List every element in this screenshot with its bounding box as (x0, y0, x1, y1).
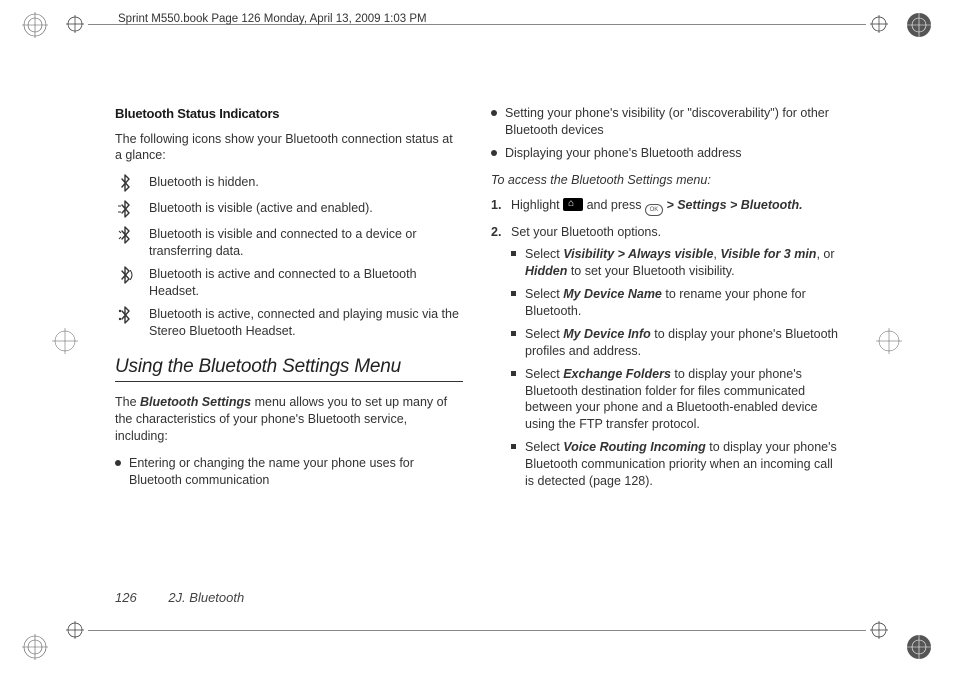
step-number: 1. (491, 197, 501, 214)
crosshair-icon (870, 621, 888, 644)
page: Sprint M550.book Page 126 Monday, April … (0, 0, 954, 682)
crosshair-icon (870, 15, 888, 38)
sub-list-item: Select Visibility > Always visible, Visi… (511, 246, 839, 280)
text: and press (583, 198, 645, 212)
text: Select (525, 367, 563, 381)
page-footer: 126 2J. Bluetooth (115, 590, 244, 605)
status-text: Bluetooth is visible and connected to a … (149, 226, 463, 260)
step-1: 1. Highlight and press OK > Settings > B… (491, 197, 839, 216)
right-column: Setting your phone's visibility (or "dis… (491, 105, 839, 498)
status-icon-row: Bluetooth is visible and connected to a … (115, 226, 463, 260)
intro-text: The following icons show your Bluetooth … (115, 131, 463, 165)
bullet-text: Displaying your phone's Bluetooth addres… (505, 146, 742, 160)
text: Select (525, 440, 563, 454)
bold-term: Voice Routing Incoming (563, 440, 706, 454)
sub-list-item: Select Exchange Folders to display your … (511, 366, 839, 434)
text: Select (525, 247, 563, 261)
section-label: 2J. Bluetooth (168, 590, 244, 605)
menu-path: > Settings > Bluetooth. (663, 198, 803, 212)
bold-term: Bluetooth Settings (140, 395, 251, 409)
bluetooth-icon (115, 306, 137, 326)
sub-list-item: Select My Device Name to rename your pho… (511, 286, 839, 320)
bold-term: My Device Info (563, 327, 651, 341)
text: The (115, 395, 140, 409)
home-key-icon (563, 198, 583, 211)
text: Highlight (511, 198, 563, 212)
status-text: Bluetooth is visible (active and enabled… (149, 200, 463, 217)
page-number: 126 (115, 590, 137, 605)
bluetooth-icon (115, 266, 137, 286)
crop-mark-bottom-left-icon (22, 634, 48, 660)
instruction-intro: To access the Bluetooth Settings menu: (491, 172, 839, 189)
bold-term: Visibility > Always visible (563, 247, 713, 261)
status-text: Bluetooth is hidden. (149, 174, 463, 191)
bold-term: Visible for 3 min (720, 247, 816, 261)
bluetooth-icon (115, 226, 137, 246)
bold-term: Exchange Folders (563, 367, 671, 381)
status-icon-list: Bluetooth is hidden. Bluetooth is visible… (115, 174, 463, 339)
status-icon-row: Bluetooth is active, connected and playi… (115, 306, 463, 340)
status-text: Bluetooth is active, connected and playi… (149, 306, 463, 340)
crop-mark-bottom-right-icon (906, 634, 932, 660)
status-icon-row: Bluetooth is hidden. (115, 174, 463, 194)
bullet-list: Entering or changing the name your phone… (115, 455, 463, 489)
bullet-text: Entering or changing the name your phone… (129, 456, 414, 487)
left-column: Bluetooth Status Indicators The followin… (115, 105, 463, 498)
status-icon-row: Bluetooth is active and connected to a B… (115, 266, 463, 300)
bluetooth-icon (115, 200, 137, 220)
bullet-list: Setting your phone's visibility (or "dis… (491, 105, 839, 162)
bold-term: My Device Name (563, 287, 662, 301)
content-columns: Bluetooth Status Indicators The followin… (115, 105, 840, 498)
step-number: 2. (491, 224, 501, 241)
section-title: Using the Bluetooth Settings Menu (115, 354, 463, 383)
bold-term: Hidden (525, 264, 567, 278)
list-item: Displaying your phone's Bluetooth addres… (491, 145, 839, 162)
list-item: Entering or changing the name your phone… (115, 455, 463, 489)
frame-header: Sprint M550.book Page 126 Monday, April … (118, 13, 427, 25)
text: Set your Bluetooth options. (511, 225, 661, 239)
crop-mark-right-icon (876, 328, 902, 354)
menu-ok-key-icon: OK (645, 204, 663, 216)
sub-bullet-list: Select Visibility > Always visible, Visi… (511, 246, 839, 489)
list-item: Setting your phone's visibility (or "dis… (491, 105, 839, 139)
crop-mark-top-right-icon (906, 12, 932, 38)
crop-mark-left-icon (52, 328, 78, 354)
bullet-text: Setting your phone's visibility (or "dis… (505, 106, 829, 137)
sub-list-item: Select My Device Info to display your ph… (511, 326, 839, 360)
step-2: 2. Set your Bluetooth options. Select Vi… (491, 224, 839, 490)
text: Select (525, 327, 563, 341)
crop-mark-top-left-icon (22, 12, 48, 38)
steps-list: 1. Highlight and press OK > Settings > B… (491, 197, 839, 490)
desc-paragraph: The Bluetooth Settings menu allows you t… (115, 394, 463, 445)
section-heading: Bluetooth Status Indicators (115, 105, 463, 123)
text: , or (816, 247, 834, 261)
status-icon-row: Bluetooth is visible (active and enabled… (115, 200, 463, 220)
status-text: Bluetooth is active and connected to a B… (149, 266, 463, 300)
crosshair-icon (66, 621, 84, 644)
bluetooth-icon (115, 174, 137, 194)
text: Select (525, 287, 563, 301)
crosshair-icon (66, 15, 84, 38)
sub-list-item: Select Voice Routing Incoming to display… (511, 439, 839, 490)
text: to set your Bluetooth visibility. (567, 264, 734, 278)
